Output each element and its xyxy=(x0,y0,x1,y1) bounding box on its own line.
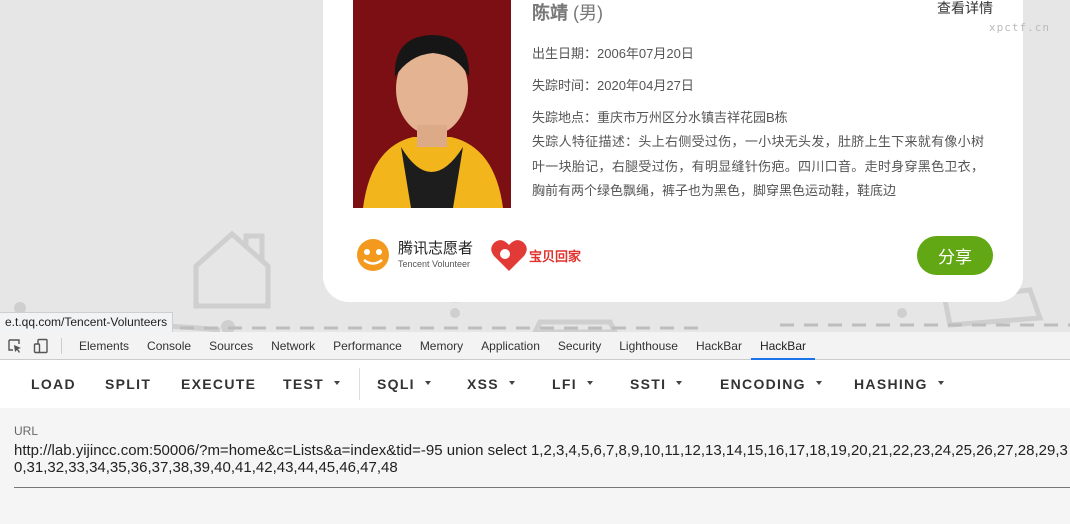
sqli-dropdown-button[interactable]: SQLI xyxy=(377,360,431,408)
person-name: 陈靖 (男) xyxy=(532,0,603,25)
chevron-down-icon xyxy=(815,381,822,386)
tencent-volunteer-name: 腾讯志愿者 xyxy=(398,240,474,257)
chevron-down-icon xyxy=(424,381,431,386)
tencent-volunteer-icon xyxy=(357,239,389,271)
toolbar-separator xyxy=(359,368,360,400)
view-details-link[interactable]: 查看详情 xyxy=(937,0,993,18)
chevron-down-icon xyxy=(586,381,593,386)
tab-memory[interactable]: Memory xyxy=(411,332,472,360)
url-textarea[interactable]: http://lab.yijincc.com:50006/?m=home&c=L… xyxy=(14,442,1070,486)
share-button[interactable]: 分享 xyxy=(917,236,993,275)
tab-hackbar[interactable]: HackBar xyxy=(687,332,751,360)
tab-elements[interactable]: Elements xyxy=(70,332,138,360)
person-gender: (男) xyxy=(573,3,604,23)
baobei-huijia-logo: 宝贝回家 xyxy=(489,237,581,273)
missing-person-card: 陈靖 (男) 查看详情 出生日期：2006年07月20日 失踪时间：2020年0… xyxy=(323,0,1023,302)
feature-description: 失踪人特征描述：头上右侧受过伤，一小块无头发，肚脐上生下来就有像小树叶一块胎记，… xyxy=(532,134,984,198)
device-toggle-icon[interactable] xyxy=(33,338,49,354)
tencent-volunteer-subname: Tencent Volunteer xyxy=(398,259,471,269)
test-dropdown-button[interactable]: TEST xyxy=(283,360,340,408)
tab-performance[interactable]: Performance xyxy=(324,332,411,360)
tab-lighthouse[interactable]: Lighthouse xyxy=(610,332,687,360)
heart-icon xyxy=(491,240,527,271)
lfi-dropdown-button[interactable]: LFI xyxy=(552,360,593,408)
baobei-huijia-text: 宝贝回家 xyxy=(529,248,582,264)
inspect-icon[interactable] xyxy=(7,338,23,354)
chevron-down-icon xyxy=(937,381,944,386)
tencent-volunteer-logo: 腾讯志愿者 Tencent Volunteer xyxy=(353,237,473,273)
chevron-down-icon xyxy=(333,381,340,386)
tab-network[interactable]: Network xyxy=(262,332,324,360)
encoding-dropdown-button[interactable]: ENCODING xyxy=(720,360,822,408)
birth-date: 出生日期：2006年07月20日 xyxy=(532,46,694,61)
missing-place: 失踪地点：重庆市万州区分水镇吉祥花园B栋 xyxy=(532,110,788,125)
url-panel: URL http://lab.yijincc.com:50006/?m=home… xyxy=(0,408,1070,524)
chevron-down-icon xyxy=(676,381,683,386)
devtools-tabs: Elements Console Sources Network Performance… xyxy=(70,332,815,360)
tab-security[interactable]: Security xyxy=(549,332,610,360)
tab-sources[interactable]: Sources xyxy=(200,332,262,360)
devtools-tab-bar: Elements Console Sources Network Performance… xyxy=(0,332,1070,360)
watermark-text: xpctf.cn xyxy=(989,21,1050,34)
xss-dropdown-button[interactable]: XSS xyxy=(467,360,515,408)
load-button[interactable]: LOAD xyxy=(31,360,76,408)
chevron-down-icon xyxy=(508,381,515,386)
split-button[interactable]: SPLIT xyxy=(105,360,151,408)
execute-button[interactable]: EXECUTE xyxy=(181,360,256,408)
person-name-text: 陈靖 xyxy=(532,3,568,23)
tab-application[interactable]: Application xyxy=(472,332,549,360)
hackbar-toolbar: LOAD SPLIT EXECUTE TEST SQLI XSS LFI SST… xyxy=(0,360,1070,408)
webpage-viewport: 陈靖 (男) 查看详情 出生日期：2006年07月20日 失踪时间：2020年0… xyxy=(0,0,1070,332)
status-bar-url: e.t.qq.com/Tencent-Volunteers xyxy=(0,312,174,332)
url-underline xyxy=(14,487,1070,488)
ssti-dropdown-button[interactable]: SSTI xyxy=(630,360,683,408)
tab-hackbar[interactable]: HackBar xyxy=(750,332,815,360)
person-photo xyxy=(353,0,511,208)
tab-console[interactable]: Console xyxy=(138,332,200,360)
hashing-dropdown-button[interactable]: HASHING xyxy=(854,360,944,408)
url-label: URL xyxy=(14,424,39,438)
missing-time: 失踪时间：2020年04月27日 xyxy=(532,78,694,93)
devtools-separator xyxy=(61,338,62,354)
